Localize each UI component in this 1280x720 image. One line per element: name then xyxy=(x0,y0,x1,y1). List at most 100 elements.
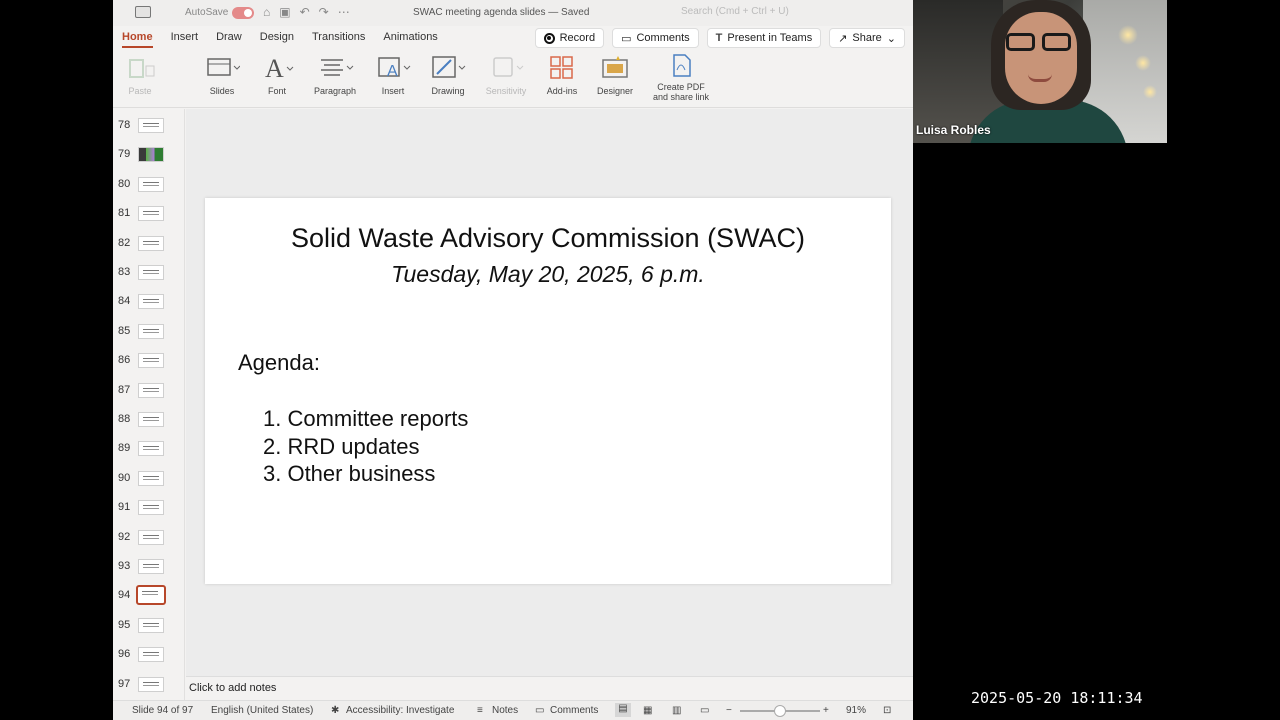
current-slide[interactable]: Solid Waste Advisory Commission (SWAC) T… xyxy=(205,198,891,584)
document-title[interactable]: SWAC meeting agenda slides — Saved xyxy=(413,7,589,18)
tab-design[interactable]: Design xyxy=(251,28,303,48)
zoom-in-icon[interactable]: + xyxy=(823,705,829,716)
slide-thumbnail-94[interactable]: 94 xyxy=(113,585,185,607)
comments-button[interactable]: ▭ Comments xyxy=(612,28,699,48)
slide-thumbnail-image xyxy=(138,617,164,633)
zoom-level[interactable]: 91% xyxy=(846,705,866,716)
slide-sorter-icon[interactable]: ▦ xyxy=(643,705,652,716)
comments-icon[interactable]: ▭ xyxy=(535,705,544,716)
addins-label: Add-ins xyxy=(546,86,578,96)
slide-thumbnail-81[interactable]: 81 xyxy=(113,203,185,225)
slide-thumbnail-87[interactable]: 87 xyxy=(113,380,185,402)
tab-transitions[interactable]: Transitions xyxy=(303,28,374,48)
addins-button[interactable]: Add-ins xyxy=(537,52,587,102)
designer-button[interactable]: Designer xyxy=(590,52,640,102)
fit-to-window-icon[interactable]: ⊡ xyxy=(883,705,891,716)
undo-icon[interactable]: ↶ xyxy=(300,5,310,19)
tab-animations[interactable]: Animations xyxy=(374,28,446,48)
record-button[interactable]: Record xyxy=(534,28,605,48)
comments-label: Comments xyxy=(636,32,690,44)
slide-title[interactable]: Solid Waste Advisory Commission (SWAC) xyxy=(205,223,891,254)
paragraph-button[interactable]: Paragraph xyxy=(310,52,360,102)
paste-icon xyxy=(120,52,160,82)
slide-subtitle[interactable]: Tuesday, May 20, 2025, 6 p.m. xyxy=(205,261,891,288)
ribbon-home: Paste Slides A Font Paragraph A Insert D… xyxy=(113,50,913,108)
teams-icon: T xyxy=(715,32,723,44)
slide-thumbnail-83[interactable]: 83 xyxy=(113,262,185,284)
slide-number: 79 xyxy=(118,148,131,161)
insert-label: Insert xyxy=(381,86,405,96)
slide-thumbnail-84[interactable]: 84 xyxy=(113,291,185,313)
slideshow-icon[interactable]: ▭ xyxy=(700,705,709,716)
paste-button[interactable]: Paste xyxy=(115,52,165,102)
redo-icon[interactable]: ↷ xyxy=(319,5,329,19)
record-label: Record xyxy=(559,32,596,44)
slide-thumbnail-92[interactable]: 92 xyxy=(113,527,185,549)
slide-thumbnail-78[interactable]: 78 xyxy=(113,115,185,137)
create-pdf-label: Create PDF and share link xyxy=(652,82,710,102)
slide-thumbnail-97[interactable]: 97 xyxy=(113,674,185,696)
drawing-button[interactable]: Drawing xyxy=(423,52,473,102)
slide-thumbnail-image xyxy=(138,353,164,369)
language-button[interactable]: English (United States) xyxy=(211,705,313,716)
slide-thumbnail-82[interactable]: 82 xyxy=(113,233,185,255)
slide-thumbnail-89[interactable]: 89 xyxy=(113,438,185,460)
slide-thumbnail-image xyxy=(138,235,164,251)
comment-icon: ▭ xyxy=(621,32,632,45)
font-label: Font xyxy=(267,86,286,96)
create-pdf-button[interactable]: Create PDF and share link xyxy=(651,52,711,102)
background-light xyxy=(1135,55,1151,71)
chevron-down-icon: ⌄ xyxy=(886,32,896,45)
drawing-label: Drawing xyxy=(431,86,465,96)
zoom-slider-handle[interactable] xyxy=(774,705,786,717)
comments-status-button[interactable]: Comments xyxy=(550,705,598,716)
save-icon[interactable]: ▣ xyxy=(279,5,290,19)
share-button[interactable]: ↗ Share ⌄ xyxy=(829,28,905,48)
slide-thumbnail-85[interactable]: 85 xyxy=(113,321,185,343)
font-button[interactable]: A Font xyxy=(252,52,302,102)
sidebar-toggle-icon[interactable] xyxy=(135,6,151,18)
slide-thumbnail-96[interactable]: 96 xyxy=(113,644,185,666)
background-light xyxy=(1143,85,1157,99)
present-in-teams-button[interactable]: T Present in Teams xyxy=(706,28,822,48)
slide-thumbnail-image xyxy=(138,323,164,339)
slide-thumbnail-79[interactable]: 79 xyxy=(113,144,185,166)
more-icon[interactable]: ⋯ xyxy=(338,5,350,19)
reading-view-icon[interactable]: ▥ xyxy=(672,705,681,716)
notes-field[interactable]: Click to add notes xyxy=(186,676,913,700)
tab-home[interactable]: Home xyxy=(113,28,162,48)
slide-thumbnail-93[interactable]: 93 xyxy=(113,556,185,578)
slide-number: 94 xyxy=(118,589,131,602)
slide-number: 95 xyxy=(118,618,131,631)
slide-thumbnail-88[interactable]: 88 xyxy=(113,409,185,431)
slide-thumbnail-95[interactable]: 95 xyxy=(113,615,185,637)
normal-view-icon[interactable]: ▤ xyxy=(615,703,631,717)
sensitivity-button[interactable]: Sensitivity xyxy=(481,52,531,102)
slide-thumbnail-panel: 78 79 80 81 82 83 84 85 86 87 88 89 90 91 92 93 94 95 96 97 xyxy=(113,109,185,700)
agenda-label[interactable]: Agenda: xyxy=(238,350,320,376)
background-light xyxy=(1118,25,1138,45)
slides-label: Slides xyxy=(209,86,235,96)
notes-icon[interactable]: ≡ xyxy=(477,705,483,716)
designer-icon xyxy=(600,52,630,82)
pdf-icon xyxy=(666,52,696,78)
slide-thumbnail-86[interactable]: 86 xyxy=(113,350,185,372)
slide-thumbnail-91[interactable]: 91 xyxy=(113,497,185,519)
search-input[interactable]: Search (Cmd + Ctrl + U) xyxy=(681,6,789,17)
top-right-buttons: Record ▭ Comments T Present in Teams ↗ S… xyxy=(534,28,905,48)
slide-thumbnail-80[interactable]: 80 xyxy=(113,174,185,196)
zoom-out-icon[interactable]: − xyxy=(726,705,732,716)
tab-insert[interactable]: Insert xyxy=(162,28,208,48)
insert-button[interactable]: A Insert xyxy=(368,52,418,102)
title-bar: AutoSave ⌂ ▣ ↶ ↷ ⋯ SWAC meeting agenda s… xyxy=(113,0,913,26)
home-icon[interactable]: ⌂ xyxy=(263,5,270,19)
accessibility-button[interactable]: Accessibility: Investigate xyxy=(346,705,454,716)
slide-position: Slide 94 of 97 xyxy=(132,705,194,716)
tab-draw[interactable]: Draw xyxy=(207,28,251,48)
agenda-list[interactable]: 1. Committee reports 2. RRD updates 3. O… xyxy=(263,405,468,488)
notes-button[interactable]: Notes xyxy=(492,705,518,716)
accessibility-icon[interactable]: ✱ xyxy=(331,705,339,716)
slide-thumbnail-90[interactable]: 90 xyxy=(113,468,185,490)
autosave-toggle[interactable] xyxy=(232,7,254,19)
slides-button[interactable]: Slides xyxy=(197,52,247,102)
